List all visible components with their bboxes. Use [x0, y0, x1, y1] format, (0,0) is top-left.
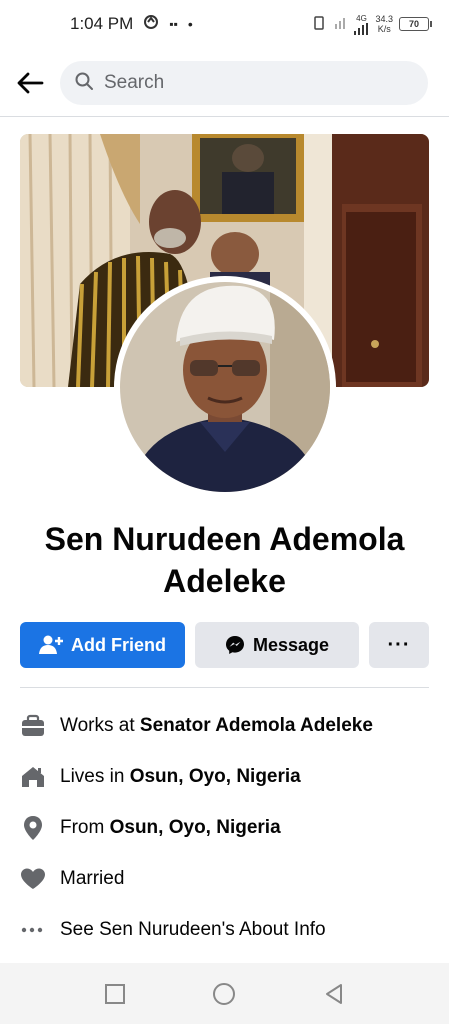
notification-icon: [143, 14, 159, 35]
triangle-back-icon: [326, 983, 343, 1004]
status-time: 1:04 PM: [70, 14, 134, 33]
app-notification-icon: ▪▪: [169, 17, 178, 31]
profile-name-line1: Sen Nurudeen Ademola: [44, 521, 405, 557]
message-button[interactable]: Message: [195, 622, 359, 668]
info-about-link[interactable]: See Sen Nurudeen's About Info: [20, 904, 440, 955]
relationship-status: Married: [60, 867, 125, 889]
back-arrow-icon: [17, 72, 44, 94]
signal-4g: 4G: [353, 14, 369, 35]
add-friend-icon: [39, 635, 63, 654]
ellipsis-icon: [20, 926, 60, 934]
add-friend-button[interactable]: Add Friend: [20, 622, 185, 668]
about-info-link[interactable]: See Sen Nurudeen's About Info: [60, 919, 326, 941]
more-notifications-dot: •: [187, 16, 193, 32]
heart-icon: [20, 867, 60, 891]
profile-avatar[interactable]: [114, 276, 336, 498]
info-lives: Lives in Osun, Oyo, Nigeria: [20, 751, 440, 802]
work-prefix: Works at: [60, 714, 140, 736]
system-back-button[interactable]: [314, 974, 354, 1014]
search-header: Search: [0, 58, 449, 108]
profile-info-list: Works at Senator Ademola Adeleke Lives i…: [20, 700, 440, 955]
system-nav-bar: [0, 963, 449, 1024]
square-icon: [104, 983, 125, 1004]
search-input[interactable]: Search: [60, 61, 428, 105]
actions-divider: [20, 687, 429, 688]
home-button[interactable]: [204, 974, 244, 1014]
profile-name: Sen Nurudeen Ademola Adeleke: [0, 518, 449, 602]
info-relationship: Married: [20, 853, 440, 904]
search-placeholder: Search: [104, 72, 165, 93]
network-speed: 34.3 K/s: [375, 14, 393, 34]
battery-icon: 70: [399, 17, 432, 31]
location-pin-icon: [20, 815, 60, 841]
info-work: Works at Senator Ademola Adeleke: [20, 700, 440, 751]
more-options-button[interactable]: ···: [369, 622, 429, 668]
info-from: From Osun, Oyo, Nigeria: [20, 802, 440, 853]
profile-actions: Add Friend Message ···: [20, 622, 429, 668]
search-icon: [74, 71, 94, 96]
lives-value[interactable]: Osun, Oyo, Nigeria: [130, 766, 301, 787]
signal-icon-1: [333, 16, 347, 33]
messenger-icon: [225, 636, 244, 654]
status-bar: 1:04 PM ▪▪ • 4G 34.3 K/s 70: [0, 0, 449, 48]
work-value[interactable]: Senator Ademola Adeleke: [140, 715, 373, 736]
more-dots-icon: ···: [387, 633, 411, 656]
circle-icon: [213, 982, 236, 1005]
from-value[interactable]: Osun, Oyo, Nigeria: [110, 817, 281, 838]
lives-prefix: Lives in: [60, 765, 130, 787]
home-icon: [20, 765, 60, 789]
briefcase-icon: [20, 714, 60, 738]
vibrate-icon: [311, 15, 327, 34]
recents-button[interactable]: [95, 974, 135, 1014]
back-button[interactable]: [0, 58, 60, 108]
from-prefix: From: [60, 816, 110, 838]
header-divider: [0, 116, 449, 117]
add-friend-label: Add Friend: [71, 634, 166, 655]
profile-name-line2: Adeleke: [163, 563, 286, 599]
message-label: Message: [252, 634, 330, 655]
